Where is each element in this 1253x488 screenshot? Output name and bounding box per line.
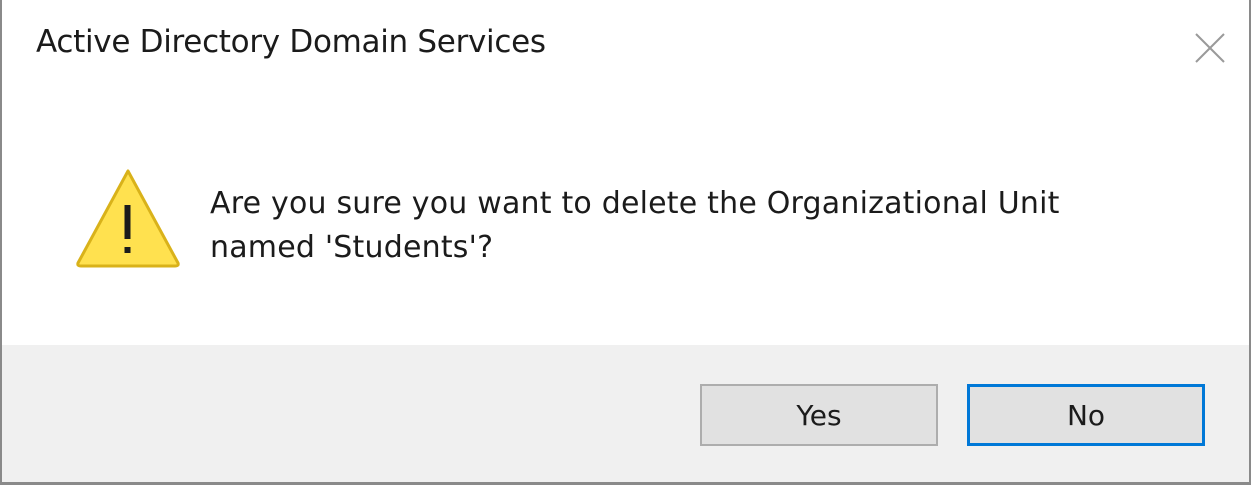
yes-button[interactable]: Yes: [700, 384, 938, 446]
confirm-message: Are you sure you want to delete the Orga…: [210, 182, 1190, 270]
message-line-2: named 'Students'?: [210, 230, 494, 265]
button-bar: Yes No: [2, 345, 1249, 482]
title-bar: Active Directory Domain Services: [2, 0, 1249, 95]
close-icon: [1195, 33, 1225, 63]
no-button[interactable]: No: [967, 384, 1205, 446]
message-line-1: Are you sure you want to delete the Orga…: [210, 186, 1060, 221]
close-button[interactable]: [1180, 18, 1240, 78]
message-area: Are you sure you want to delete the Orga…: [2, 95, 1249, 345]
dialog-title: Active Directory Domain Services: [36, 24, 546, 60]
warning-icon: [76, 169, 180, 268]
confirm-dialog: Active Directory Domain Services Are you…: [0, 0, 1251, 485]
